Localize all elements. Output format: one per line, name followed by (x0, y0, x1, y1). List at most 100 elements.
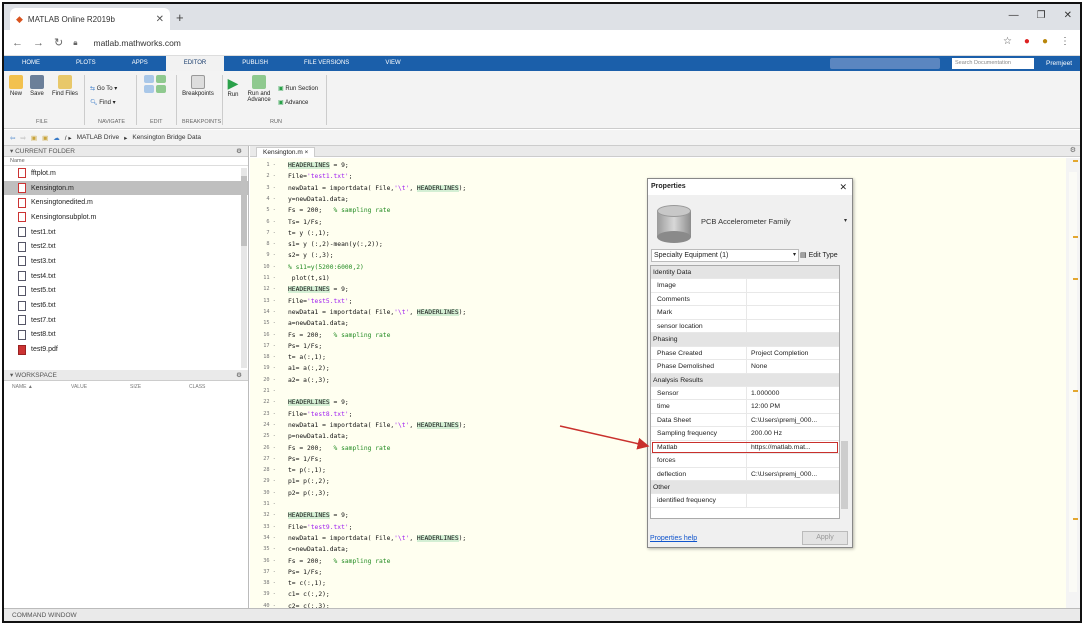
editor-scrollbar[interactable] (1066, 158, 1080, 608)
line-number[interactable]: 19 - (254, 363, 276, 374)
file-list-item[interactable]: test6.txt (4, 298, 248, 313)
property-row[interactable]: Phase Created Project Completion (651, 346, 839, 361)
property-value[interactable] (747, 494, 839, 506)
collapse-icon[interactable]: ▾ (10, 148, 13, 155)
run-button[interactable]: ▶ Run (226, 75, 240, 98)
property-category[interactable]: Phasing (651, 333, 839, 347)
line-number[interactable]: 30 - (254, 488, 276, 499)
ws-col-value[interactable]: VALUE (71, 381, 130, 393)
new-tab-button[interactable]: + (176, 10, 184, 25)
back-folder-icon[interactable]: ⇦ (10, 134, 15, 142)
file-list-item[interactable]: test7.txt (4, 313, 248, 328)
line-number[interactable]: 35 - (254, 544, 276, 555)
line-number[interactable]: 3 - (254, 183, 276, 194)
line-number[interactable]: 13 - (254, 296, 276, 307)
property-category[interactable]: Identity Data (651, 266, 839, 280)
line-number[interactable]: 22 - (254, 397, 276, 408)
file-list-item[interactable]: test9.pdf (4, 342, 248, 357)
adblock-icon[interactable]: ● (1024, 36, 1030, 47)
scroll-thumb[interactable] (1069, 172, 1077, 592)
property-row[interactable]: forces (651, 454, 839, 468)
edit-tools[interactable] (142, 75, 168, 115)
line-number[interactable]: 20 - (254, 375, 276, 386)
menu-icon[interactable]: ⋮ (1060, 36, 1070, 47)
line-number[interactable]: 14 - (254, 307, 276, 318)
gear-icon[interactable]: ⚙ (236, 370, 242, 381)
line-number[interactable]: 24 - (254, 420, 276, 431)
run-section-button[interactable]: ▣ Run Section (278, 85, 318, 92)
line-number[interactable]: 18 - (254, 352, 276, 363)
command-window-bar[interactable]: COMMAND WINDOW (4, 608, 1080, 621)
category-dropdown[interactable]: Specialty Equipment (1) ▾ (651, 249, 799, 262)
line-number[interactable]: 32 - (254, 510, 276, 521)
line-number[interactable]: 37 - (254, 567, 276, 578)
property-row[interactable]: identified frequency (651, 494, 839, 508)
new-button[interactable]: New (8, 75, 24, 97)
property-value[interactable] (747, 293, 839, 305)
chevron-down-icon[interactable]: ▾ (844, 217, 847, 224)
line-number[interactable]: 33 - (254, 522, 276, 533)
property-value[interactable] (747, 306, 839, 318)
file-list-item[interactable]: Kensington.m (4, 180, 248, 196)
property-row[interactable]: Mark (651, 306, 839, 320)
property-row[interactable]: time 12:00 PM (651, 400, 839, 414)
line-number[interactable]: 15 - (254, 318, 276, 329)
property-value[interactable] (747, 279, 839, 291)
line-number[interactable]: 23 - (254, 409, 276, 420)
property-row[interactable]: Image (651, 279, 839, 293)
line-number[interactable]: 29 - (254, 476, 276, 487)
line-number[interactable]: 8 - (254, 239, 276, 250)
url-field[interactable]: matlab.mathworks.com (93, 38, 180, 48)
file-list-scrollbar[interactable] (241, 168, 247, 368)
property-value[interactable] (747, 454, 839, 466)
line-number[interactable]: 7 - (254, 228, 276, 239)
browse-folder-icon[interactable]: ▣ (42, 134, 48, 142)
extension-icon[interactable]: ● (1042, 36, 1048, 47)
breakpoints-button[interactable]: Breakpoints (180, 75, 216, 97)
tab-home[interactable]: HOME (4, 56, 58, 71)
up-folder-icon[interactable]: ▣ (31, 134, 37, 142)
scroll-thumb[interactable] (841, 441, 848, 509)
run-and-advance-button[interactable]: Run and Advance (244, 75, 274, 103)
minimize-icon[interactable]: — (1009, 10, 1019, 21)
quick-access-toolbar[interactable] (830, 58, 940, 69)
ws-col-class[interactable]: CLASS (189, 381, 248, 393)
property-category[interactable]: Analysis Results (651, 373, 839, 387)
line-number[interactable]: 5 - (254, 205, 276, 216)
gear-icon[interactable]: ⚙ (1070, 146, 1076, 154)
property-category[interactable]: Other (651, 481, 839, 495)
editor-file-tab[interactable]: Kensington.m × (256, 147, 316, 157)
go-to-button[interactable]: ⇆ Go To ▾ (90, 85, 117, 92)
gear-icon[interactable]: ⚙ (236, 146, 242, 157)
scroll-thumb[interactable] (241, 176, 247, 246)
save-button[interactable]: Save (28, 75, 46, 97)
browser-tab[interactable]: ◆ MATLAB Online R2019b ✕ (10, 8, 170, 30)
apply-button[interactable]: Apply (802, 531, 848, 545)
line-number[interactable]: 25 - (254, 431, 276, 442)
line-number[interactable]: 11 - (254, 273, 276, 284)
line-number[interactable]: 31 - (254, 499, 276, 510)
forward-icon[interactable]: → (33, 37, 44, 49)
line-number[interactable]: 9 - (254, 250, 276, 261)
line-number[interactable]: 21 - (254, 386, 276, 397)
line-number[interactable]: 1 - (254, 160, 276, 171)
close-tab-icon[interactable]: ✕ (156, 14, 164, 25)
line-number[interactable]: 36 - (254, 556, 276, 567)
property-row[interactable]: sensor location (651, 319, 839, 334)
property-row[interactable]: Comments (651, 292, 839, 307)
user-menu[interactable]: Premjeet (1046, 56, 1072, 71)
line-number[interactable]: 12 - (254, 284, 276, 295)
family-selector[interactable]: PCB Accelerometer Family ▾ (653, 201, 849, 247)
file-list-item[interactable]: test4.txt (4, 269, 248, 284)
file-list-item[interactable]: Kensingtonedited.m (4, 195, 248, 210)
line-number[interactable]: 39 - (254, 589, 276, 600)
property-row[interactable]: Sensor 1.000000 (651, 386, 839, 401)
breadcrumb-folder[interactable]: Kensington Bridge Data (132, 134, 201, 141)
ws-col-size[interactable]: SIZE (130, 381, 189, 393)
advance-button[interactable]: ▣ Advance (278, 99, 308, 106)
tab-publish[interactable]: PUBLISH (224, 56, 286, 71)
line-number[interactable]: 28 - (254, 465, 276, 476)
property-row-matlab-highlighted[interactable]: Matlab https://matlab.mat... (651, 440, 839, 455)
line-number[interactable]: 10 - (254, 262, 276, 273)
line-number[interactable]: 6 - (254, 217, 276, 228)
